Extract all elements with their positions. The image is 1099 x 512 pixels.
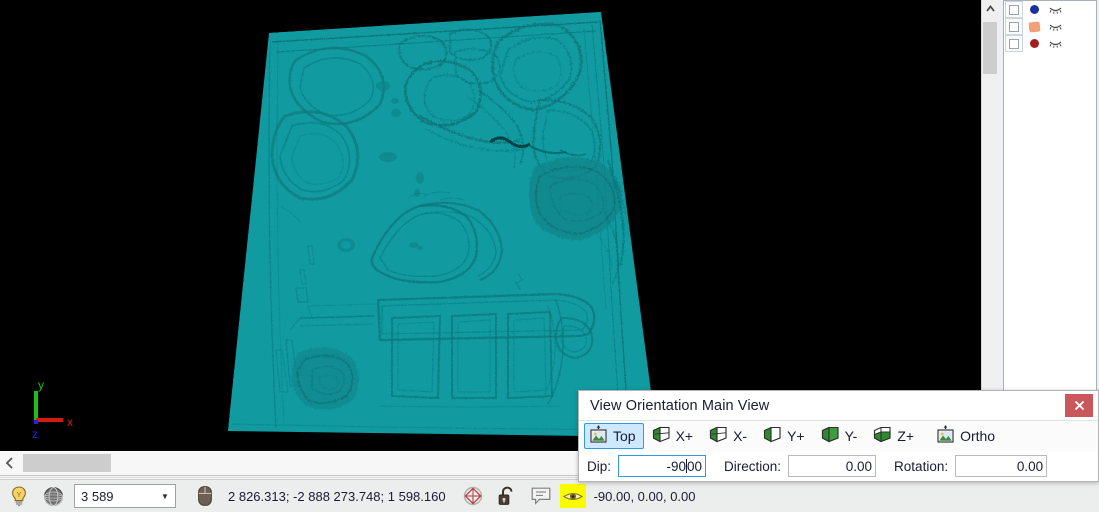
cube-x-minus-icon: [709, 426, 728, 446]
lightbulb-icon[interactable]: Y: [2, 480, 36, 512]
view-button-y-plus-label: Y+: [787, 428, 805, 444]
rotation-input[interactable]: 0.00: [955, 455, 1047, 477]
target-icon[interactable]: [456, 480, 490, 512]
dialog-title-bar[interactable]: View Orientation Main View: [579, 391, 1098, 421]
list-item[interactable]: [1004, 35, 1096, 52]
layers-list[interactable]: [1003, 0, 1097, 442]
view-button-top[interactable]: Top: [584, 423, 644, 449]
chevron-down-icon[interactable]: ▼: [155, 492, 175, 501]
dip-value-left: -90: [666, 459, 686, 474]
scroll-left-button[interactable]: [0, 452, 19, 474]
view-button-x-plus[interactable]: X+: [647, 423, 702, 449]
axis-triad-indicator: y x z: [18, 375, 88, 443]
svg-text:Y: Y: [17, 492, 22, 499]
direction-value: 0.00: [846, 459, 872, 474]
eye-closed-icon[interactable]: [1045, 1, 1065, 18]
svg-text:y: y: [38, 378, 44, 392]
eye-open-icon: [563, 490, 583, 503]
chevron-up-icon: [986, 5, 995, 12]
svg-text:z: z: [32, 427, 38, 441]
chevron-left-icon: [5, 457, 14, 469]
cube-y-minus-icon: [821, 426, 840, 446]
layer-color-cell[interactable]: [1023, 35, 1045, 52]
view-button-ortho[interactable]: Ortho: [931, 423, 1003, 449]
close-icon: [1074, 400, 1085, 411]
rotation-value: 0.00: [1017, 459, 1043, 474]
scroll-thumb[interactable]: [23, 454, 111, 472]
list-item[interactable]: [1004, 18, 1096, 35]
view-button-top-label: Top: [613, 428, 636, 444]
view-button-y-plus[interactable]: Y+: [758, 423, 813, 449]
view-button-z-plus-label: Z+: [897, 428, 914, 444]
view-button-ortho-label: Ortho: [960, 428, 995, 444]
scroll-up-button[interactable]: [982, 0, 998, 17]
color-swatch[interactable]: [1030, 39, 1039, 48]
viewport-vertical-scrollbar[interactable]: [981, 0, 998, 451]
sphere-icon[interactable]: [36, 480, 70, 512]
layer-visibility-cell[interactable]: [1005, 1, 1023, 18]
layer-color-cell[interactable]: [1023, 1, 1045, 18]
layer-visibility-cell[interactable]: [1005, 18, 1023, 35]
layer-visibility-cell[interactable]: [1005, 35, 1023, 52]
layers-dock-panel: [998, 0, 1099, 451]
layer-checkbox[interactable]: [1009, 5, 1019, 15]
view-orientation-toggle[interactable]: [560, 484, 586, 508]
dialog-title: View Orientation Main View: [579, 398, 769, 414]
dip-value-right: 00: [687, 459, 702, 474]
top-view-icon: [589, 425, 608, 447]
layer-checkbox[interactable]: [1009, 39, 1019, 49]
layer-color-cell[interactable]: [1023, 18, 1045, 35]
view-button-x-minus-label: X-: [733, 428, 747, 444]
3d-viewport[interactable]: y x z: [0, 0, 981, 451]
color-swatch[interactable]: [1028, 21, 1040, 32]
status-bar: Y 3 589 ▼ 2 826.313; -2 888 273.748; 1 5…: [0, 479, 1099, 512]
hscroll-track[interactable]: [0, 452, 576, 474]
eye-closed-icon[interactable]: [1045, 18, 1065, 35]
unlocked-padlock-icon[interactable]: [490, 480, 524, 512]
layer-checkbox[interactable]: [1009, 22, 1019, 32]
cube-y-plus-icon: [763, 426, 782, 446]
direction-label: Direction:: [724, 459, 781, 474]
point-count-value: 3 589: [75, 489, 155, 504]
color-swatch[interactable]: [1030, 5, 1039, 14]
cube-x-plus-icon: [652, 426, 671, 446]
close-button[interactable]: [1065, 394, 1093, 417]
ortho-view-icon: [936, 425, 955, 447]
point-cloud-model[interactable]: [0, 0, 981, 451]
cursor-coordinates: 2 826.313; -2 888 273.748; 1 598.160: [228, 489, 446, 504]
direction-input[interactable]: 0.00: [788, 455, 876, 477]
view-button-x-minus[interactable]: X-: [704, 423, 755, 449]
scroll-thumb[interactable]: [983, 22, 997, 74]
mouse-icon: [188, 480, 222, 512]
list-item[interactable]: [1004, 1, 1096, 18]
view-button-y-minus[interactable]: Y-: [816, 423, 866, 449]
svg-text:x: x: [67, 415, 73, 429]
view-button-y-minus-label: Y-: [845, 428, 858, 444]
message-icon[interactable]: [524, 480, 558, 512]
view-orientation-toolbar[interactable]: Top X+: [579, 421, 1098, 451]
rotation-label: Rotation:: [894, 459, 948, 474]
eye-closed-icon[interactable]: [1045, 35, 1065, 52]
orientation-fields-row: Dip: -9000 Direction: 0.00 Rotation: 0.0…: [579, 451, 1098, 481]
orientation-readout: -90.00, 0.00, 0.00: [594, 489, 696, 504]
dip-label: Dip:: [587, 459, 611, 474]
view-button-x-plus-label: X+: [676, 428, 694, 444]
dip-input[interactable]: -9000: [618, 455, 706, 477]
view-orientation-dialog[interactable]: View Orientation Main View Top: [578, 390, 1099, 482]
point-count-dropdown[interactable]: 3 589 ▼: [74, 484, 176, 508]
view-button-z-plus[interactable]: Z+: [868, 423, 922, 449]
cube-z-plus-icon: [873, 426, 892, 446]
